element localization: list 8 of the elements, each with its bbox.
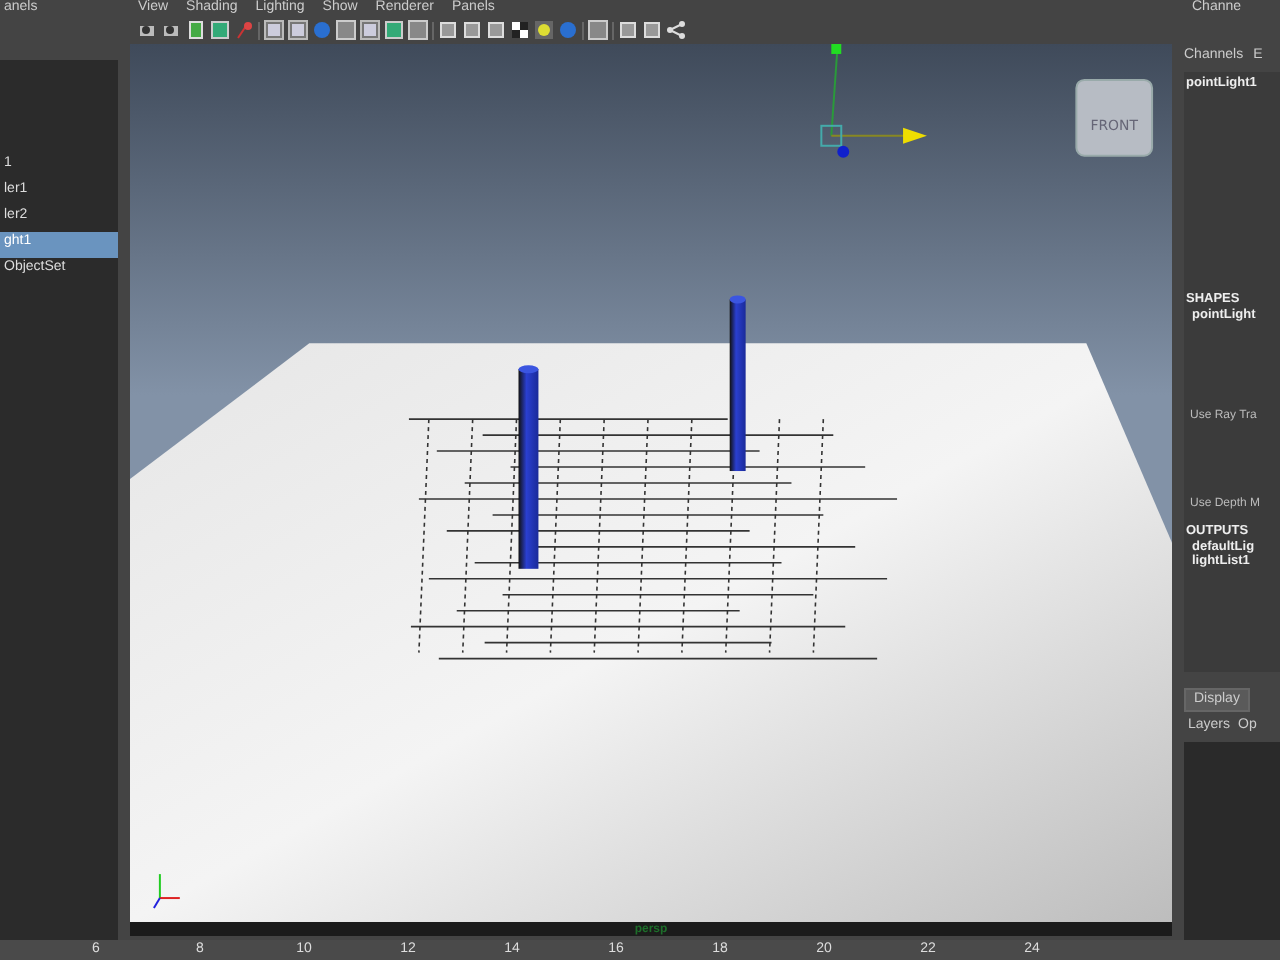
wireframe-icon[interactable]	[360, 20, 380, 40]
bulb-icon[interactable]	[534, 20, 554, 40]
axis-indicator-icon	[152, 873, 181, 910]
light-manipulator-icon	[820, 44, 927, 158]
checker-icon[interactable]	[510, 20, 530, 40]
camera-icon[interactable]	[162, 20, 182, 40]
camera-icon[interactable]	[138, 20, 158, 40]
share-icon[interactable]	[666, 20, 686, 40]
